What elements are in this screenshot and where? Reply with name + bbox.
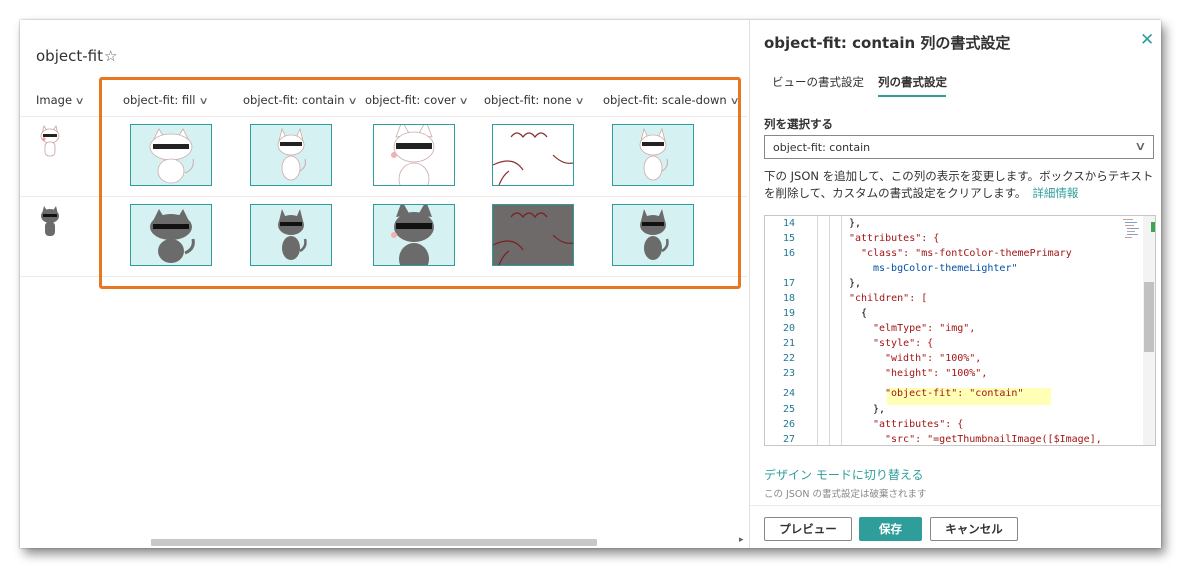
code-line: 24 "object-fit": "contain" (782, 388, 1024, 399)
code-line: 15 "attributes": { (782, 233, 940, 244)
column-select-dropdown[interactable]: object-fit: contain ∨ (764, 135, 1154, 159)
list-title: object-fit (36, 47, 103, 65)
code-line: 26 "attributes": { (782, 419, 964, 430)
horizontal-scrollbar-thumb[interactable] (151, 539, 597, 546)
star-outline-icon[interactable]: ☆ (104, 47, 117, 65)
code-line: 16 "class": "ms-fontColor-themePrimary (782, 248, 1072, 259)
switch-to-design-mode-link[interactable]: デザイン モードに切り替える (764, 466, 923, 483)
code-line: 22 "width": "100%", (782, 353, 982, 364)
change-marker (1151, 222, 1155, 232)
code-line: 20 "elmType": "img", (782, 323, 976, 334)
code-line: 17}, (782, 278, 862, 289)
code-line: 23 "height": "100%", (782, 368, 988, 379)
chevron-down-icon: ∨ (74, 96, 85, 107)
footer-divider (750, 505, 1161, 506)
dropdown-selected-value: object-fit: contain (773, 141, 871, 154)
more-info-link[interactable]: 詳細情報 (1032, 186, 1078, 200)
panel-title: object-fit: contain 列の書式設定 (764, 34, 1011, 52)
active-tab-indicator (878, 95, 946, 97)
app-window: object-fit ☆ Image ∨ object-fit: fill ∨ ob… (20, 20, 1161, 548)
code-line: 18 "children": [ (782, 293, 928, 304)
cancel-button[interactable]: キャンセル (930, 517, 1018, 541)
gray-cat-thumbnail (41, 206, 59, 236)
code-line: 14}, (782, 218, 862, 229)
column-header-image[interactable]: Image ∨ (36, 93, 85, 107)
tab-column-format[interactable]: 列の書式設定 (878, 74, 947, 90)
close-icon[interactable]: ✕ (1140, 30, 1154, 50)
column-header-label: Image (36, 93, 73, 107)
code-line: 21 "style": { (782, 338, 934, 349)
select-column-label: 列を選択する (764, 117, 833, 131)
design-mode-note: この JSON の書式設定は破棄されます (764, 489, 927, 500)
code-line: 19{ (782, 308, 868, 319)
code-line: 25}, (782, 404, 886, 415)
highlight-box (99, 77, 741, 289)
code-line: 27 "src": "=getThumbnailImage([$Image], (782, 434, 1102, 445)
json-code-editor[interactable]: 14}, 15 "attributes": { 16 "class": "ms-fo… (764, 215, 1156, 446)
chevron-down-icon: ∨ (1134, 139, 1147, 153)
save-button[interactable]: 保存 (859, 517, 922, 541)
editor-scrollbar-thumb[interactable] (1144, 282, 1154, 352)
code-line: ms-bgColor-themeLighter" (873, 263, 1018, 274)
tab-view-format[interactable]: ビューの書式設定 (772, 74, 864, 90)
preview-button[interactable]: プレビュー (764, 517, 852, 541)
description-text: 下の JSON を追加して、この列の表示を変更します。ボックスからテキストを削除… (764, 168, 1156, 202)
scroll-right-arrow-icon[interactable]: ▸ (739, 535, 744, 545)
code-minimap[interactable] (1123, 218, 1141, 242)
format-column-panel: object-fit: contain 列の書式設定 ✕ ビューの書式設定 列の… (749, 20, 1161, 548)
description-body: 下の JSON を追加して、この列の表示を変更します。ボックスからテキストを削除… (764, 169, 1154, 200)
white-cat-thumbnail (40, 125, 60, 157)
